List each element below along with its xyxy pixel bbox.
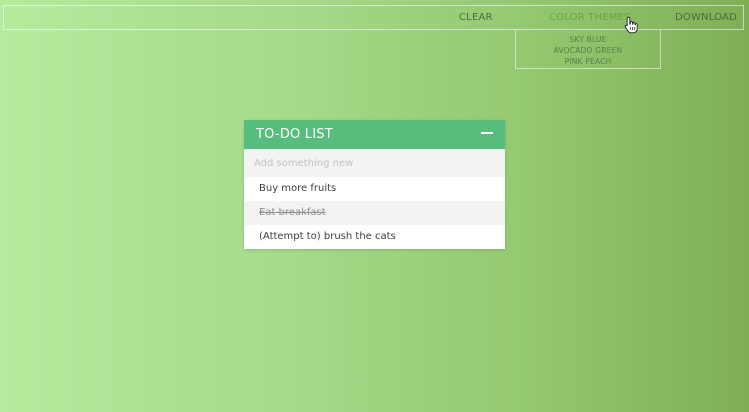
color-themes-button[interactable]: COLOR THEMES xyxy=(549,6,631,29)
download-button[interactable]: DOWNLOAD xyxy=(675,6,737,29)
theme-option-avocado-green[interactable]: AVOCADO GREEN xyxy=(516,45,660,56)
theme-option-sky-blue[interactable]: SKY BLUE xyxy=(516,34,660,45)
todo-item-brush-cats[interactable]: (Attempt to) brush the cats xyxy=(244,225,505,249)
todo-item-buy-fruits[interactable]: Buy more fruits xyxy=(244,177,505,201)
todo-item-eat-breakfast[interactable]: Eat breakfast xyxy=(244,201,505,225)
todo-list: Buy more fruits Eat breakfast (Attempt t… xyxy=(244,177,505,249)
todo-title: TO-DO LIST xyxy=(256,127,333,142)
minus-icon[interactable] xyxy=(481,128,493,140)
clear-button[interactable]: CLEAR xyxy=(459,6,493,29)
theme-option-pink-peach[interactable]: PINK PEACH xyxy=(516,56,660,67)
todo-header: TO-DO LIST xyxy=(244,120,505,149)
add-todo-input[interactable] xyxy=(244,149,505,177)
color-themes-dropdown: SKY BLUE AVOCADO GREEN PINK PEACH xyxy=(515,30,661,69)
todo-card: TO-DO LIST Buy more fruits Eat breakfast… xyxy=(244,120,505,249)
